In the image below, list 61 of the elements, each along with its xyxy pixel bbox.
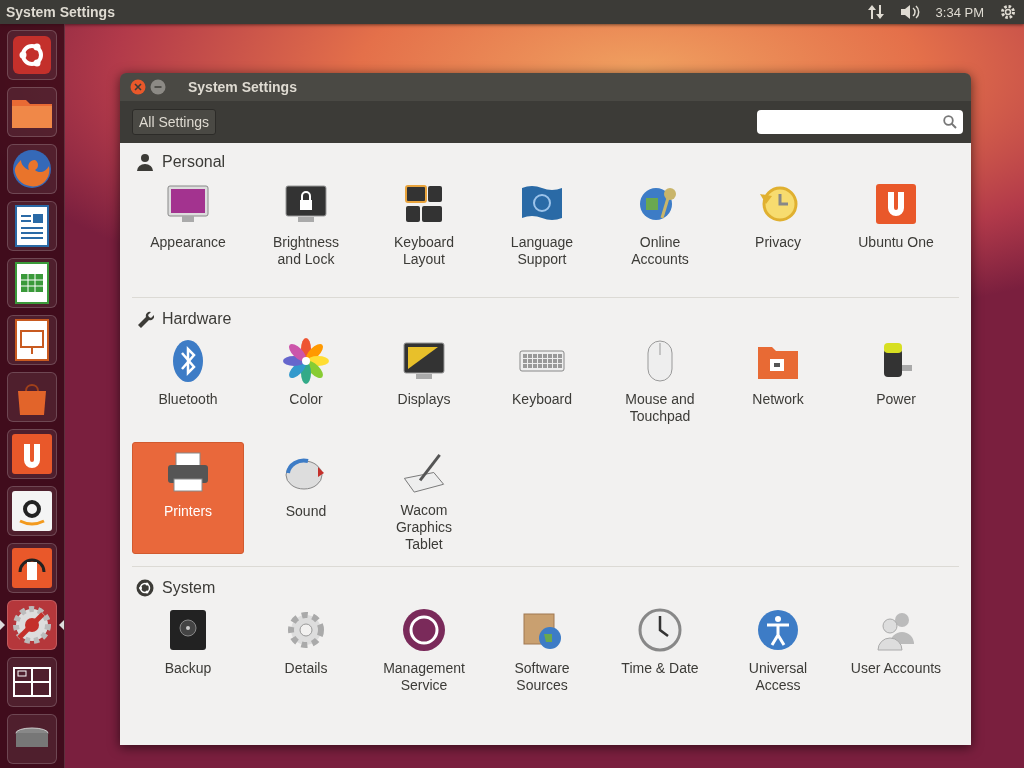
- launcher-item[interactable]: [7, 657, 57, 707]
- settings-item[interactable]: Sound: [250, 442, 362, 554]
- document-icon: [15, 205, 49, 247]
- settings-item[interactable]: Brightness and Lock: [250, 173, 362, 285]
- wrench-icon: [136, 310, 154, 328]
- settings-item[interactable]: Language Support: [486, 173, 598, 285]
- color-flower-icon: [282, 337, 330, 385]
- ring-icon: [400, 606, 448, 654]
- settings-item[interactable]: Network: [722, 330, 834, 442]
- spreadsheet-icon: [15, 262, 49, 304]
- section-heading: Hardware: [162, 310, 232, 328]
- settings-item[interactable]: Appearance: [132, 173, 244, 285]
- settings-item[interactable]: Details: [250, 599, 362, 711]
- presentation-icon: [15, 319, 49, 361]
- close-button[interactable]: [130, 79, 146, 95]
- section-heading: Personal: [162, 153, 226, 171]
- settings-item[interactable]: Privacy: [722, 173, 834, 285]
- settings-item[interactable]: Universal Access: [722, 599, 834, 711]
- launcher-item[interactable]: [7, 258, 57, 308]
- launcher-item[interactable]: [7, 543, 57, 593]
- window-title: System Settings: [188, 79, 297, 95]
- clock-icon: [636, 606, 684, 654]
- volume-icon[interactable]: [899, 4, 920, 20]
- focus-indicator-icon: [59, 620, 64, 630]
- clock[interactable]: 3:34 PM: [935, 4, 984, 20]
- gear-wrench-icon: [11, 604, 53, 646]
- settings-item[interactable]: User Accounts: [840, 599, 952, 711]
- launcher-item[interactable]: [7, 201, 57, 251]
- workspaces-icon: [13, 667, 51, 697]
- settings-item[interactable]: Bluetooth: [132, 330, 244, 442]
- all-settings-button[interactable]: All Settings: [132, 109, 217, 135]
- settings-item[interactable]: Mouse and Touchpad: [604, 330, 716, 442]
- settings-item[interactable]: Keyboard Layout: [368, 173, 480, 285]
- settings-item[interactable]: Online Accounts: [604, 173, 716, 285]
- launcher-item[interactable]: [7, 30, 57, 80]
- launcher-item[interactable]: [7, 429, 57, 479]
- u-tile-icon: [12, 434, 52, 474]
- launcher-item[interactable]: [7, 486, 57, 536]
- settings-item[interactable]: Color: [250, 330, 362, 442]
- settings-item[interactable]: Backup: [132, 599, 244, 711]
- search-field[interactable]: [757, 110, 963, 134]
- settings-item[interactable]: Keyboard: [486, 330, 598, 442]
- launcher-item[interactable]: [7, 315, 57, 365]
- network-arrows-icon[interactable]: [867, 4, 884, 20]
- app-title: System Settings: [6, 4, 116, 20]
- settings-icon[interactable]: [1000, 4, 1016, 20]
- settings-item[interactable]: Wacom Graphics Tablet: [368, 442, 480, 554]
- globe-fox-icon: [11, 148, 53, 190]
- settings-item[interactable]: Time & Date: [604, 599, 716, 711]
- settings-item[interactable]: Software Sources: [486, 599, 598, 711]
- circle-logo-icon: [136, 579, 154, 597]
- settings-item[interactable]: Management Service: [368, 599, 480, 711]
- headphones-icon: [12, 548, 52, 588]
- settings-item[interactable]: Power: [840, 330, 952, 442]
- settings-item[interactable]: Displays: [368, 330, 480, 442]
- person-icon: [136, 153, 154, 171]
- circle-logo-icon: [13, 36, 51, 74]
- settings-item[interactable]: Ubuntu One: [840, 173, 952, 285]
- search-icon: [943, 115, 957, 129]
- section-heading: System: [162, 579, 216, 597]
- minimize-button[interactable]: [150, 79, 166, 95]
